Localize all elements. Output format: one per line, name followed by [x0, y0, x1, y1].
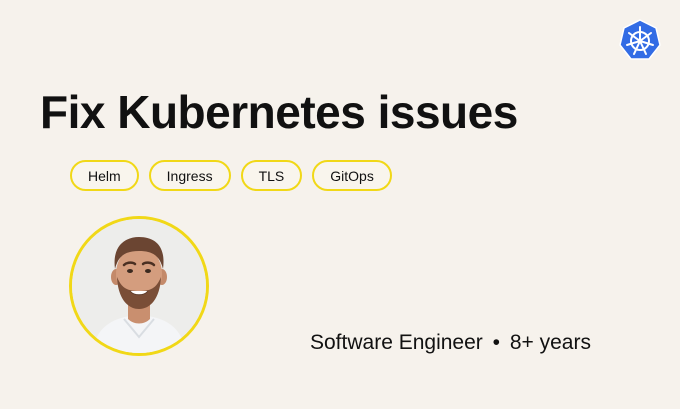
experience-text: 8+ years [509, 331, 591, 354]
subtitle: Software Engineer • 8+ years [310, 331, 591, 355]
tag-tls: TLS [240, 160, 303, 191]
kubernetes-logo-icon [619, 19, 661, 60]
role-text: Software Engineer [310, 331, 483, 354]
avatar [69, 216, 209, 356]
headline: Fix Kubernetes issues [40, 86, 518, 138]
tag-helm: Helm [70, 160, 139, 191]
separator-dot: • [492, 331, 500, 354]
tag-ingress: Ingress [148, 160, 231, 191]
tag-gitops: GitOps [312, 160, 392, 191]
tag-list: Helm Ingress TLS GitOps [70, 160, 392, 191]
person-portrait-icon [72, 219, 206, 353]
